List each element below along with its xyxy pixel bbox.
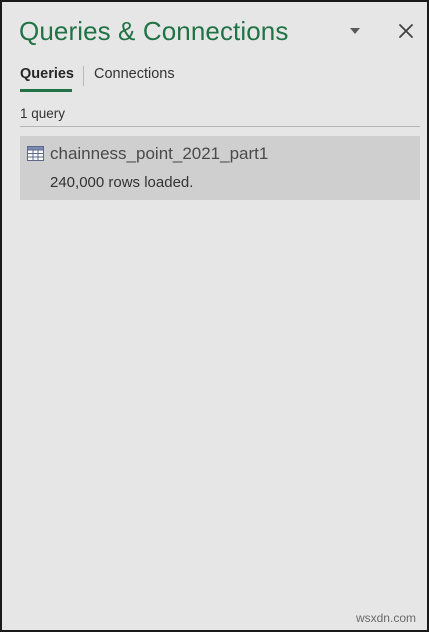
- query-name: chainness_point_2021_part1: [50, 144, 269, 163]
- close-icon: [399, 24, 413, 38]
- divider: [20, 126, 420, 127]
- query-status: 240,000 rows loaded.: [50, 174, 194, 191]
- query-count: 1 query: [20, 106, 66, 121]
- tab-connections[interactable]: Connections: [94, 66, 175, 82]
- tab-separator: [83, 66, 84, 86]
- close-button[interactable]: [396, 21, 416, 41]
- queries-connections-pane: Queries & Connections Queries Connection…: [0, 0, 429, 632]
- pane-title: Queries & Connections: [19, 16, 289, 46]
- tab-queries[interactable]: Queries: [20, 66, 74, 82]
- watermark: wsxdn.com: [355, 611, 416, 625]
- query-list-item[interactable]: chainness_point_2021_part1 240,000 rows …: [20, 136, 420, 200]
- chevron-down-icon: [350, 28, 360, 34]
- table-icon: [27, 146, 44, 161]
- task-pane-options-button[interactable]: [346, 24, 364, 38]
- active-tab-indicator: [20, 89, 72, 92]
